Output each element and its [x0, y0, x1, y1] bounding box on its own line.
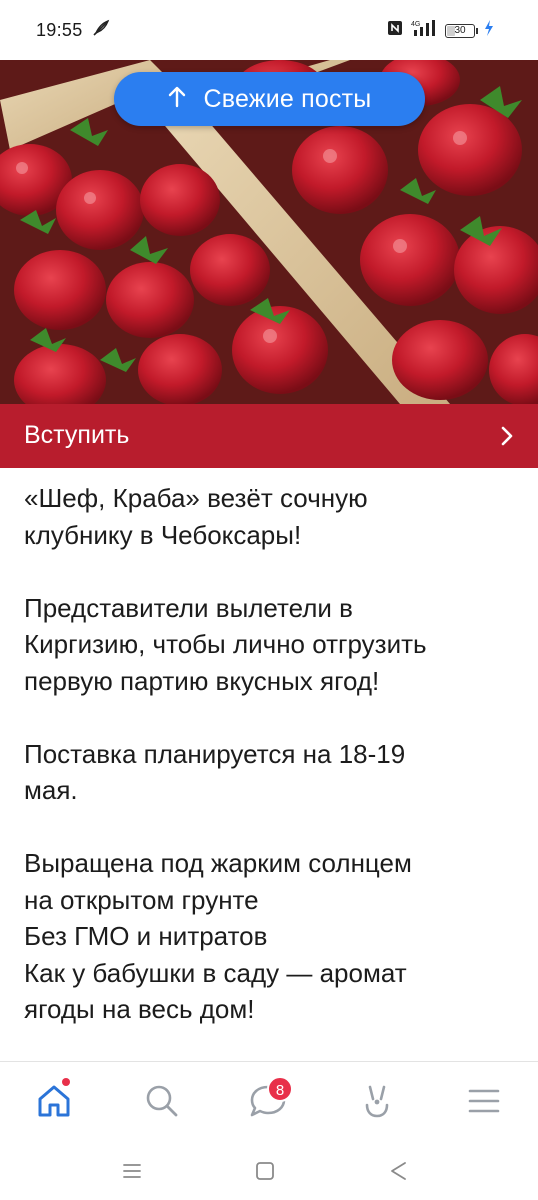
home-square-icon: [256, 1162, 274, 1180]
fresh-posts-label: Свежие посты: [203, 84, 372, 113]
chevron-right-icon: [500, 426, 514, 451]
system-nav: [0, 1140, 538, 1200]
post-text-line: на открытом грунте: [24, 884, 259, 915]
status-icons: 4G 30: [387, 19, 494, 42]
network-type-label: 4G: [411, 21, 420, 28]
recent-apps-button[interactable]: [117, 1156, 147, 1186]
fresh-posts-button[interactable]: Свежие посты: [114, 72, 425, 126]
nav-messages[interactable]: 8: [243, 1076, 293, 1126]
back-button[interactable]: [383, 1156, 413, 1186]
recent-apps-icon: [123, 1164, 141, 1178]
bottom-nav: 8: [0, 1062, 538, 1140]
screen: 19:55 4G 30 Свежие посты Вступить «Шеф, …: [0, 0, 538, 1200]
status-bar: 19:55 4G 30: [0, 0, 538, 62]
post-text-line: первую партию вкусных ягод!: [24, 665, 380, 696]
post-text: «Шеф, Краба» везёт сочную клубнику в Чебо…: [24, 480, 524, 1028]
nav-search[interactable]: [137, 1076, 187, 1126]
battery-icon: 30: [445, 23, 475, 38]
post-text-line: Выращена под жарким солнцем: [24, 848, 412, 878]
join-label: Вступить: [24, 421, 130, 449]
post-text-line: Представители вылетели в: [24, 592, 353, 623]
messages-badge: 8: [267, 1076, 293, 1102]
post-text-line: клубнику в Чебоксары!: [24, 519, 302, 550]
nfc-icon: [387, 20, 403, 41]
battery-level: 30: [454, 24, 466, 36]
back-triangle-icon: [391, 1162, 406, 1180]
post-text-line: Без ГМО и нитратов: [24, 921, 268, 951]
post-text-line: Как у бабушки в саду — аромат: [24, 957, 407, 988]
services-icon: [365, 1085, 389, 1118]
status-time: 19:55: [36, 20, 83, 40]
feather-icon: [92, 18, 110, 43]
home-system-button[interactable]: [250, 1156, 280, 1186]
arrow-up-icon: [168, 86, 186, 113]
nav-home[interactable]: [29, 1076, 79, 1126]
battery-tip: [476, 27, 478, 34]
post-text-line: Киргизию, чтобы лично отгрузить: [24, 629, 427, 659]
search-icon: [146, 1085, 178, 1117]
join-button[interactable]: Вступить: [0, 404, 538, 468]
notification-dot: [62, 1078, 70, 1086]
post-text-line: Поставка планируется на 18-19: [24, 738, 406, 769]
nav-menu[interactable]: [459, 1076, 509, 1126]
nav-services[interactable]: [352, 1076, 402, 1126]
post-text-line: «Шеф, Краба» везёт сочную: [24, 483, 368, 513]
post-text-line: мая.: [24, 775, 78, 805]
post-text-line: ягоды на весь дом!: [24, 994, 255, 1024]
signal-icon: 4G: [411, 19, 437, 42]
menu-icon: [468, 1089, 500, 1113]
home-icon: [38, 1085, 70, 1117]
charging-icon: [484, 20, 494, 41]
